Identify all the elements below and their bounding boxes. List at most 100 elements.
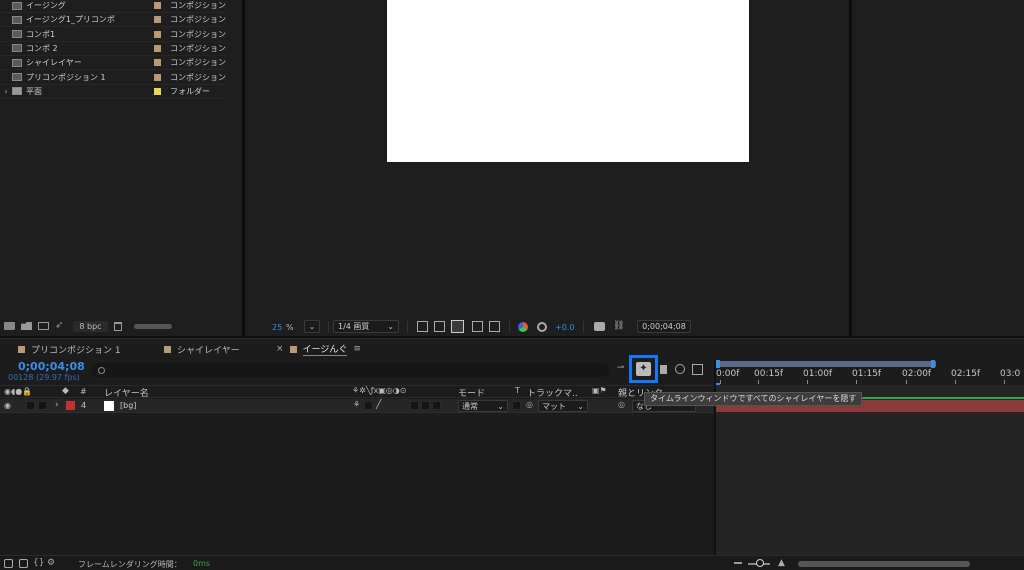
layer-row[interactable]: ◉ › 4 [bg] ⚘ ╱ 通常 ⌄ ◎ マット ⌄ ◎ なし (0, 399, 714, 413)
collapse-switch[interactable] (364, 401, 373, 410)
right-panel (852, 0, 1024, 336)
motion-blur-switch[interactable] (432, 401, 441, 410)
ruler-tick-mark (758, 380, 759, 384)
transfer-controls-toggle-icon[interactable] (19, 559, 28, 568)
shy-switch-icon[interactable]: ⚘ (353, 400, 360, 409)
interpret-footage-icon[interactable] (4, 322, 15, 330)
audio-toggle[interactable] (26, 401, 35, 410)
preserve-transparency-toggle[interactable] (512, 401, 521, 410)
current-time-display[interactable]: 0;00;04;08 (18, 360, 85, 373)
timeline-tab[interactable]: シャイレイヤー (164, 342, 240, 356)
label-color-swatch[interactable] (154, 59, 161, 67)
layer-search-field[interactable] (92, 363, 610, 377)
effect-switch[interactable] (410, 401, 419, 410)
label-column-icon: ◆ (62, 386, 69, 396)
composition-viewer: 25 % ⌄ 1/4 画質 ⌄ +0.0 ⛓ 0;00;04;08 (245, 0, 849, 336)
color-management-icon[interactable] (537, 322, 547, 332)
folder-icon (12, 87, 22, 96)
hide-shy-layers-button[interactable]: ✦ (636, 362, 651, 376)
layer-switches-toggle-icon[interactable] (4, 559, 13, 568)
time-ruler[interactable]: 0:00f 00:15f 01:00f 01:15f 02:00f 02:15f 03:0 (716, 367, 1024, 385)
zoom-in-icon[interactable]: ▲ (778, 558, 785, 568)
resolution-dropdown[interactable]: 1/4 画質 ⌄ (333, 320, 399, 333)
composition-icon (12, 15, 22, 24)
tab-menu-icon[interactable]: ≡ (353, 344, 361, 354)
mode-label: 通常 (462, 401, 478, 411)
mode-dropdown[interactable]: 通常 ⌄ (458, 400, 508, 412)
in-out-toggle-icon[interactable]: {} (33, 558, 44, 568)
ruler-tick-mark (955, 380, 956, 384)
label-color-swatch[interactable] (154, 87, 161, 95)
guide-options-icon[interactable] (489, 321, 500, 332)
project-item[interactable]: プリコンポジション 1 コンポジション (0, 71, 226, 85)
trash-icon[interactable] (113, 321, 122, 331)
expand-arrow-icon[interactable]: › (0, 87, 12, 96)
bpc-button[interactable]: 8 bpc (73, 320, 108, 332)
col-layer-name[interactable]: レイヤー名 (104, 386, 149, 399)
close-tab-icon[interactable]: × (276, 344, 284, 354)
frame-blending-icon[interactable] (660, 365, 667, 374)
snapshot-icon[interactable] (594, 322, 605, 331)
fast-preview-icon[interactable] (417, 321, 428, 332)
col-mode[interactable]: モード (458, 386, 485, 399)
show-snapshot-icon[interactable]: ⛓ (613, 321, 624, 331)
graph-editor-icon[interactable] (692, 364, 703, 375)
timeline-tab[interactable]: × イージんぐ ≡ (276, 342, 361, 356)
project-item[interactable]: コンポ 2 コンポジション (0, 42, 226, 56)
motion-blur-icon[interactable] (675, 364, 685, 374)
frame-blend-switch[interactable] (421, 401, 430, 410)
project-item[interactable]: イージング コンポジション (0, 0, 226, 13)
matte-link-icon[interactable]: ◎ (526, 400, 533, 409)
project-item[interactable]: コンポ1 コンポジション (0, 28, 226, 42)
label-color-swatch[interactable] (154, 16, 161, 24)
label-color-swatch[interactable] (154, 44, 161, 52)
ruler-tick-label: 01:15f (852, 369, 882, 379)
quality-switch-icon[interactable]: ╱ (376, 400, 381, 410)
project-item[interactable]: シャイレイヤー コンポジション (0, 56, 226, 71)
region-of-interest-icon[interactable] (451, 320, 464, 333)
project-item[interactable]: イージング1_プリコンポ コンポジション (0, 13, 226, 28)
col-track-matte[interactable]: トラックマ.. (527, 386, 578, 399)
track-matte-dropdown[interactable]: マット ⌄ (538, 400, 588, 412)
layer-label-color[interactable] (66, 401, 75, 410)
tooltip-text: タイムラインウィンドウですべてのシャイレイヤーを隠す (650, 394, 857, 403)
zoom-value[interactable]: 25 (272, 323, 282, 332)
thumbnail-slider[interactable] (133, 323, 172, 329)
project-item-name: 平面 (26, 86, 42, 96)
label-color-swatch[interactable] (154, 30, 161, 38)
tab-label: イージんぐ (302, 342, 348, 356)
horizontal-scrollbar[interactable] (798, 561, 970, 567)
col-icons: ▣⚑ (592, 386, 607, 395)
time-zoom-handle[interactable] (756, 559, 764, 567)
zoom-out-icon[interactable] (734, 562, 742, 564)
eye-icon[interactable]: ◉ (4, 401, 11, 410)
render-time-toggle-icon[interactable]: ⚙ (47, 558, 55, 568)
exposure-value[interactable]: +0.0 (555, 323, 574, 332)
transparency-grid-icon[interactable] (434, 321, 445, 332)
ruler-tick-label: 02:00f (902, 369, 932, 379)
parent-pickwhip-icon[interactable]: ◎ (618, 400, 625, 409)
viewer-timecode[interactable]: 0;00;04;08 (637, 320, 691, 333)
color-channels-icon[interactable] (518, 322, 528, 332)
ruler-tick-mark (807, 380, 808, 384)
expand-layer-arrow-icon[interactable]: › (55, 400, 59, 410)
frame-info: 00128 (29.97 fps) (8, 373, 80, 382)
project-item[interactable]: › 平面 フォルダー (0, 85, 226, 99)
ruler-tick-mark (906, 380, 907, 384)
composition-canvas[interactable] (387, 0, 749, 162)
label-color-swatch[interactable] (154, 73, 161, 81)
search-icon (98, 366, 105, 374)
render-queue-icon[interactable]: ➶ (55, 321, 63, 331)
search-input[interactable] (109, 365, 589, 375)
label-color-swatch[interactable] (154, 2, 161, 9)
lock-toggle[interactable] (38, 401, 47, 410)
zoom-dropdown[interactable]: ⌄ (304, 320, 320, 333)
timeline-tab[interactable]: プリコンポジション 1 (18, 342, 121, 356)
mask-visibility-icon[interactable] (472, 321, 483, 332)
col-t: T (515, 386, 520, 395)
layer-name[interactable]: [bg] (120, 401, 136, 410)
composition-icon (12, 30, 22, 39)
new-composition-icon[interactable] (38, 322, 49, 330)
new-folder-icon[interactable] (21, 322, 32, 330)
comp-mini-flowchart-icon[interactable]: ⇀ (617, 363, 625, 373)
